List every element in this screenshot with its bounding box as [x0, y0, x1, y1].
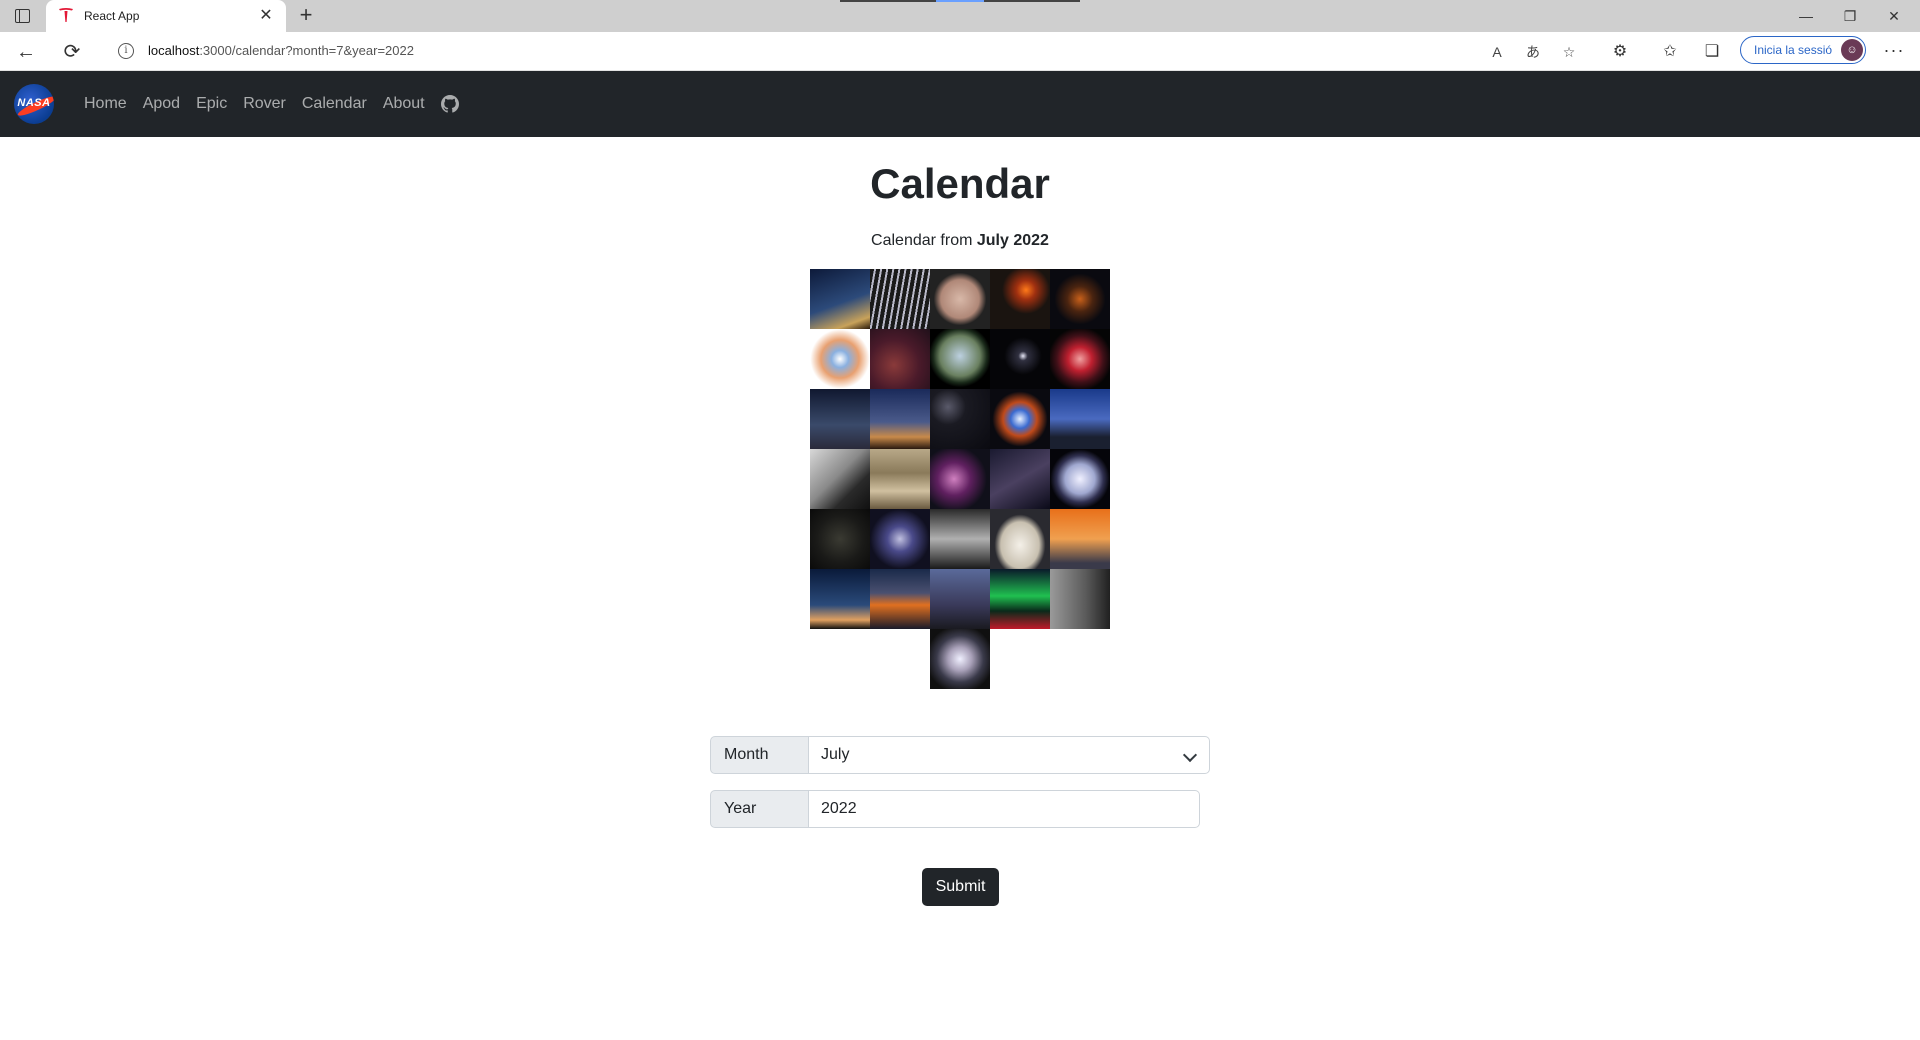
calendar-subtitle: Calendar from July 2022: [0, 232, 1920, 250]
nav-link-apod[interactable]: Apod: [143, 95, 180, 113]
calendar-day-thumbnail[interactable]: [990, 329, 1050, 389]
signin-label: Inicia la sessió: [1754, 43, 1833, 57]
favorite-star-icon[interactable]: ☆: [1558, 41, 1580, 63]
calendar-day-thumbnail[interactable]: [1050, 509, 1110, 569]
browser-toolbar: ← ⟳ i localhost:3000/calendar?month=7&ye…: [0, 32, 1920, 71]
more-menu-icon[interactable]: ···: [1882, 40, 1906, 64]
calendar-day-thumbnail[interactable]: [870, 329, 930, 389]
calendar-day-thumbnail[interactable]: [870, 449, 930, 509]
calendar-day-thumbnail[interactable]: [810, 269, 870, 329]
calendar-day-thumbnail[interactable]: [810, 329, 870, 389]
signin-button[interactable]: Inicia la sessió ☺: [1740, 36, 1866, 64]
reload-icon[interactable]: ⟳: [60, 40, 84, 64]
calendar-day-thumbnail[interactable]: [990, 509, 1050, 569]
calendar-grid: [810, 269, 1110, 689]
site-info-icon[interactable]: i: [118, 43, 134, 59]
minimize-icon[interactable]: —: [1786, 4, 1826, 28]
url-text: localhost:3000/calendar?month=7&year=202…: [148, 43, 414, 58]
tab-actions-icon[interactable]: [12, 6, 32, 26]
browser-tab[interactable]: React App ✕: [46, 0, 286, 32]
year-value: 2022: [821, 800, 857, 817]
calendar-day-thumbnail[interactable]: [930, 329, 990, 389]
nav-link-rover[interactable]: Rover: [243, 95, 286, 113]
calendar-day-thumbnail[interactable]: [810, 569, 870, 629]
submit-button[interactable]: Submit: [922, 868, 999, 906]
page-title: Calendar: [870, 160, 1050, 207]
nav-link-home[interactable]: Home: [84, 95, 127, 113]
calendar-day-thumbnail[interactable]: [810, 449, 870, 509]
calendar-day-thumbnail[interactable]: [930, 449, 990, 509]
calendar-day-thumbnail[interactable]: [1050, 329, 1110, 389]
month-select[interactable]: July: [809, 736, 1210, 774]
calendar-day-thumbnail[interactable]: [870, 269, 930, 329]
collections-icon[interactable]: ❏: [1700, 40, 1724, 64]
github-icon[interactable]: [440, 95, 459, 113]
calendar-day-thumbnail[interactable]: [810, 389, 870, 449]
year-input[interactable]: 2022: [809, 790, 1200, 828]
month-value: July: [821, 746, 850, 763]
year-label: Year: [710, 790, 809, 828]
nav-links: Home Apod Epic Rover Calendar About: [76, 71, 459, 137]
chevron-down-icon: [1182, 747, 1198, 763]
profile-avatar-icon: ☺: [1841, 39, 1863, 61]
nav-link-epic[interactable]: Epic: [196, 95, 227, 113]
subtitle-prefix: Calendar from: [871, 232, 973, 249]
calendar-day-thumbnail[interactable]: [990, 449, 1050, 509]
calendar-day-thumbnail[interactable]: [870, 389, 930, 449]
tesla-favicon-icon: [59, 8, 73, 22]
calendar-day-thumbnail[interactable]: [870, 569, 930, 629]
calendar-day-thumbnail[interactable]: [1050, 569, 1110, 629]
close-tab-icon[interactable]: ✕: [256, 6, 276, 26]
nav-link-about[interactable]: About: [383, 95, 425, 113]
calendar-day-thumbnail[interactable]: [990, 569, 1050, 629]
new-tab-icon[interactable]: +: [294, 4, 318, 28]
restore-icon[interactable]: ❐: [1830, 4, 1870, 28]
calendar-day-thumbnail[interactable]: [930, 509, 990, 569]
extensions-icon[interactable]: ⚙: [1608, 40, 1632, 64]
year-input-group: Year 2022: [710, 790, 1200, 828]
browser-tab-bar: React App ✕ + — ❐ ✕: [0, 0, 1920, 32]
app-navbar: NASA Home Apod Epic Rover Calendar About: [0, 71, 1920, 137]
calendar-day-thumbnail[interactable]: [990, 389, 1050, 449]
calendar-day-thumbnail[interactable]: [930, 389, 990, 449]
translate-icon[interactable]: あ: [1522, 41, 1544, 63]
month-input-group: Month July: [710, 736, 1210, 774]
calendar-day-thumbnail[interactable]: [930, 629, 990, 689]
read-aloud-icon[interactable]: A: [1486, 41, 1508, 63]
subtitle-date: July 2022: [976, 232, 1049, 249]
address-bar[interactable]: i localhost:3000/calendar?month=7&year=2…: [100, 36, 1590, 66]
calendar-day-thumbnail[interactable]: [930, 269, 990, 329]
calendar-day-thumbnail[interactable]: [990, 269, 1050, 329]
back-arrow-icon[interactable]: ←: [14, 40, 38, 64]
calendar-day-thumbnail[interactable]: [1050, 449, 1110, 509]
favorites-icon[interactable]: ✩: [1658, 40, 1682, 64]
window-drag-strip: [840, 0, 1080, 2]
nav-link-calendar[interactable]: Calendar: [302, 95, 367, 113]
calendar-day-thumbnail[interactable]: [810, 509, 870, 569]
calendar-day-thumbnail[interactable]: [1050, 389, 1110, 449]
calendar-day-thumbnail[interactable]: [1050, 269, 1110, 329]
calendar-day-thumbnail[interactable]: [930, 569, 990, 629]
tab-title: React App: [84, 9, 140, 23]
calendar-day-thumbnail[interactable]: [870, 509, 930, 569]
month-label: Month: [710, 736, 809, 774]
nasa-logo[interactable]: NASA: [14, 84, 54, 124]
close-window-icon[interactable]: ✕: [1874, 4, 1914, 28]
